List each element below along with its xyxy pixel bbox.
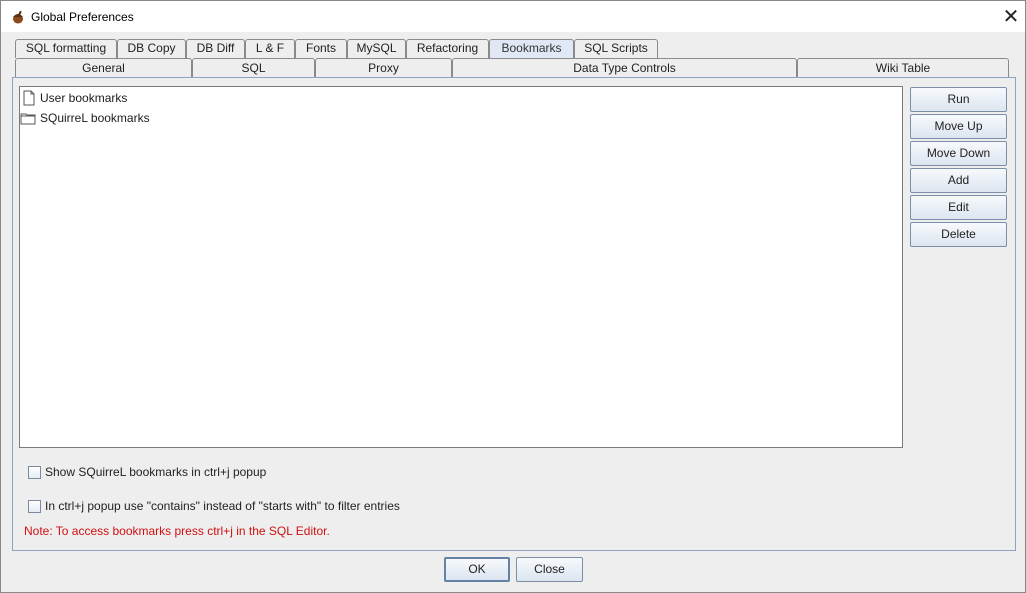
add-button[interactable]: Add (910, 168, 1007, 193)
show-popup-checkbox[interactable] (28, 466, 41, 479)
global-preferences-dialog: Global Preferences ✕ SQL formatting DB C… (0, 0, 1026, 593)
tab-fonts[interactable]: Fonts (295, 39, 347, 58)
delete-button[interactable]: Delete (910, 222, 1007, 247)
tab-db-diff[interactable]: DB Diff (186, 39, 245, 58)
bookmarks-tree[interactable]: User bookmarks SQuirreL bookmarks (19, 86, 903, 448)
move-down-button[interactable]: Move Down (910, 141, 1007, 166)
tab-bookmarks[interactable]: Bookmarks (489, 39, 574, 58)
tab-wiki-table[interactable]: Wiki Table (797, 58, 1009, 78)
close-button[interactable]: Close (516, 557, 583, 582)
show-popup-label: Show SQuirreL bookmarks in ctrl+j popup (45, 465, 267, 479)
window-title: Global Preferences (31, 10, 134, 24)
tree-item-label: SQuirreL bookmarks (40, 111, 150, 125)
acorn-icon (10, 9, 26, 25)
tab-sql-scripts[interactable]: SQL Scripts (574, 39, 658, 58)
bookmarks-note: Note: To access bookmarks press ctrl+j i… (24, 524, 330, 538)
ok-button[interactable]: OK (444, 557, 510, 582)
close-icon[interactable]: ✕ (1001, 5, 1021, 27)
tab-mysql[interactable]: MySQL (347, 39, 406, 58)
tab-data-type-controls[interactable]: Data Type Controls (452, 58, 797, 78)
tab-sql[interactable]: SQL (192, 58, 315, 78)
tab-general[interactable]: General (15, 58, 192, 78)
edit-button[interactable]: Edit (910, 195, 1007, 220)
tab-sql-formatting[interactable]: SQL formatting (15, 39, 117, 58)
document-icon (21, 90, 37, 106)
tab-refactoring[interactable]: Refactoring (406, 39, 489, 58)
run-button[interactable]: Run (910, 87, 1007, 112)
tab-proxy[interactable]: Proxy (315, 58, 452, 78)
use-contains-label: In ctrl+j popup use "contains" instead o… (45, 499, 400, 513)
title-bar: Global Preferences ✕ (1, 1, 1025, 32)
tab-l-and-f[interactable]: L & F (245, 39, 295, 58)
move-up-button[interactable]: Move Up (910, 114, 1007, 139)
use-contains-checkbox[interactable] (28, 500, 41, 513)
tree-item-label: User bookmarks (40, 91, 128, 105)
folder-icon (20, 110, 36, 126)
tab-db-copy[interactable]: DB Copy (117, 39, 186, 58)
